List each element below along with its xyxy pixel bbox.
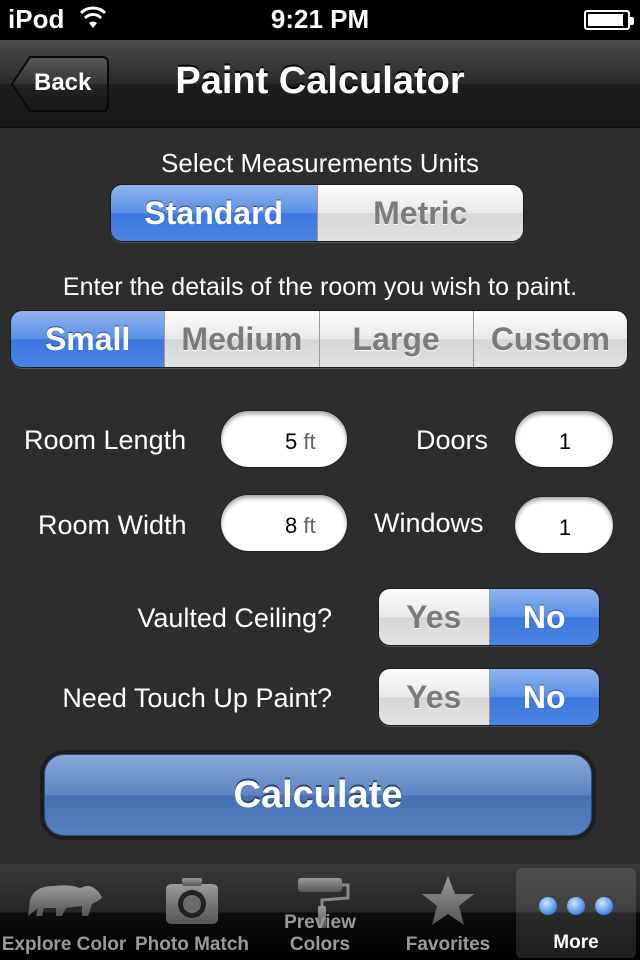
touch-up-yes-option[interactable]: Yes xyxy=(379,669,489,725)
bear-icon xyxy=(28,885,102,916)
doors-value: 1 xyxy=(558,429,572,454)
tab-bar: Explore Color Photo Match Preview Colors… xyxy=(0,864,640,960)
vaulted-no-option[interactable]: No xyxy=(488,589,599,645)
room-length-field[interactable]: 5 ft xyxy=(220,410,348,468)
calculate-button[interactable]: Calculate xyxy=(44,754,592,836)
units-label: Select Measurements Units xyxy=(161,148,479,178)
tab-label: Preview Colors xyxy=(284,912,356,955)
clock: 9:21 PM xyxy=(270,4,370,34)
tab-more[interactable]: More xyxy=(516,868,636,958)
room-details-prompt: Enter the details of the room you wish t… xyxy=(62,273,578,301)
more-dots-icon xyxy=(539,897,613,915)
room-size-small-option[interactable]: Small xyxy=(11,311,165,367)
room-length-unit: ft xyxy=(303,429,316,454)
battery-icon xyxy=(584,10,634,30)
units-standard-option[interactable]: Standard xyxy=(111,185,317,241)
status-bar: iPod 9:21 PM xyxy=(0,0,640,40)
tab-label: Photo Match xyxy=(135,934,249,955)
tab-label: More xyxy=(553,932,599,953)
vaulted-ceiling-toggle: Yes No xyxy=(378,588,600,646)
touch-up-paint-toggle: Yes No xyxy=(378,668,600,726)
tab-label: Explore Color xyxy=(1,934,127,955)
doors-label: Doors xyxy=(416,425,489,455)
room-width-label: Room Width xyxy=(38,510,187,540)
room-width-unit: ft xyxy=(303,513,316,538)
windows-value: 1 xyxy=(558,515,572,540)
tab-photo-match[interactable]: Photo Match xyxy=(128,864,256,960)
windows-label: Windows xyxy=(374,508,484,538)
star-icon xyxy=(422,876,474,925)
touch-up-paint-label: Need Touch Up Paint? xyxy=(62,683,332,713)
room-length-value: 5 xyxy=(285,429,298,454)
tab-explore-color[interactable]: Explore Color xyxy=(0,864,128,960)
tab-preview-colors[interactable]: Preview Colors xyxy=(256,864,384,960)
room-size-custom-option[interactable]: Custom xyxy=(472,311,627,367)
touch-up-no-option[interactable]: No xyxy=(488,669,599,725)
vaulted-yes-option[interactable]: Yes xyxy=(379,589,489,645)
calculate-button-frame: Calculate xyxy=(40,750,596,840)
room-width-field[interactable]: 8 ft xyxy=(220,494,348,552)
room-length-label: Room Length xyxy=(24,425,187,455)
room-size-segmented-control: Small Medium Large Custom xyxy=(10,310,628,368)
room-size-large-option[interactable]: Large xyxy=(318,311,473,367)
room-width-value: 8 xyxy=(285,513,298,538)
vaulted-ceiling-label: Vaulted Ceiling? xyxy=(137,603,332,633)
camera-icon xyxy=(166,878,218,924)
units-segmented-control: Standard Metric xyxy=(110,184,524,242)
units-metric-option[interactable]: Metric xyxy=(316,185,523,241)
page-title: Paint Calculator xyxy=(175,60,465,102)
tab-favorites[interactable]: Favorites xyxy=(384,864,512,960)
tab-label: Favorites xyxy=(405,934,491,955)
windows-field[interactable]: 1 xyxy=(514,496,614,554)
navigation-bar: Back Paint Calculator xyxy=(0,40,640,128)
doors-field[interactable]: 1 xyxy=(514,410,614,468)
room-size-medium-option[interactable]: Medium xyxy=(164,311,319,367)
